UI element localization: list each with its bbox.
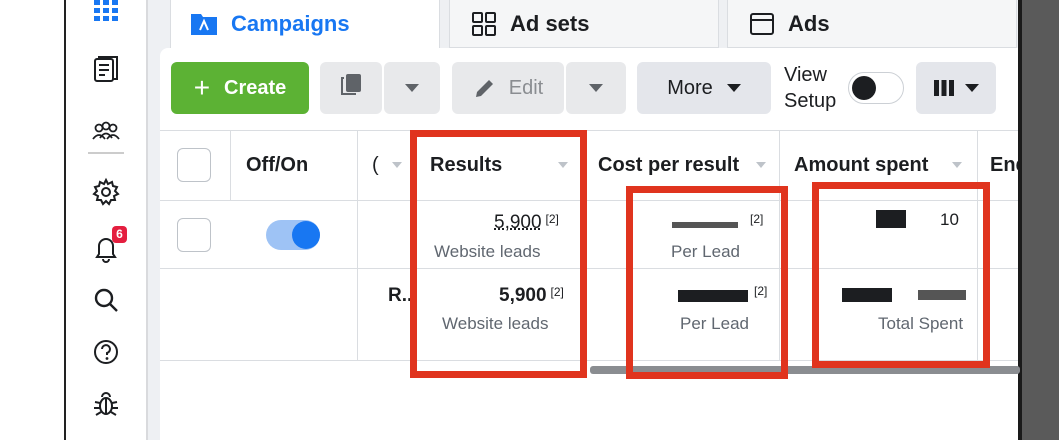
duplicate-dropdown-button[interactable] (384, 62, 440, 114)
side-panel-edge (1022, 0, 1059, 440)
chevron-down-icon (589, 84, 603, 92)
create-button[interactable]: + Create (171, 62, 309, 114)
notification-badge: 6 (112, 226, 127, 243)
rail-separator (88, 152, 124, 154)
adsets-grid-icon (470, 10, 498, 38)
view-setup-line2: Setup (784, 90, 837, 112)
column-header-campaign[interactable]: ( (372, 154, 379, 177)
toggle-knob (852, 76, 876, 100)
switch-knob (292, 221, 320, 249)
column-header-ends[interactable]: End (990, 154, 1018, 177)
cost-highlight-box (626, 186, 788, 379)
campaigns-icon (189, 10, 219, 38)
audience-icon[interactable] (88, 114, 124, 150)
tab-ad-sets-label: Ad sets (510, 10, 590, 36)
more-button[interactable]: More (637, 62, 771, 114)
tab-ads[interactable]: Ads (727, 0, 1017, 48)
grid-menu-icon[interactable] (88, 0, 124, 30)
edit-dropdown-button[interactable] (566, 62, 626, 114)
edit-button[interactable]: Edit (452, 62, 564, 114)
column-header-cost-per-result[interactable]: Cost per result (598, 154, 739, 177)
pencil-icon (473, 76, 497, 100)
table-top-line (160, 130, 1018, 131)
duplicate-button[interactable] (320, 62, 382, 114)
view-setup-toggle[interactable] (848, 72, 904, 104)
create-button-label: Create (224, 76, 287, 99)
columns-icon (933, 78, 955, 98)
columns-button[interactable] (916, 62, 996, 114)
results-highlight-box (410, 130, 587, 378)
view-setup-line1: View (784, 64, 827, 86)
duplicate-icon (338, 72, 364, 104)
ads-window-icon (748, 10, 776, 38)
amount-highlight-box (812, 182, 990, 368)
bug-report-icon[interactable] (88, 386, 124, 422)
col-divider (230, 130, 231, 200)
column-header-amount-spent[interactable]: Amount spent (794, 154, 928, 177)
sort-icon (392, 162, 402, 168)
chevron-down-icon (965, 84, 979, 92)
settings-icon[interactable] (88, 174, 124, 210)
campaign-on-off-toggle[interactable] (266, 220, 320, 250)
pages-icon[interactable] (88, 52, 124, 88)
sort-icon (952, 162, 962, 168)
row-checkbox[interactable] (177, 218, 211, 252)
sort-icon (756, 162, 766, 168)
chevron-down-icon (726, 84, 741, 92)
more-button-label: More (667, 76, 713, 99)
tab-ads-label: Ads (788, 10, 830, 36)
col-divider (357, 130, 358, 360)
column-header-off-on[interactable]: Off/On (246, 154, 308, 177)
select-all-checkbox[interactable] (177, 148, 211, 182)
chevron-down-icon (405, 84, 419, 92)
edit-button-label: Edit (508, 76, 544, 99)
plus-icon: + (193, 72, 211, 103)
view-setup-label: View Setup (784, 62, 836, 114)
tab-ad-sets[interactable]: Ad sets (449, 0, 719, 48)
help-icon[interactable] (88, 334, 124, 370)
tab-campaigns[interactable]: Campaigns (170, 0, 440, 48)
tab-campaigns-label: Campaigns (231, 11, 350, 36)
search-icon[interactable] (88, 282, 124, 318)
